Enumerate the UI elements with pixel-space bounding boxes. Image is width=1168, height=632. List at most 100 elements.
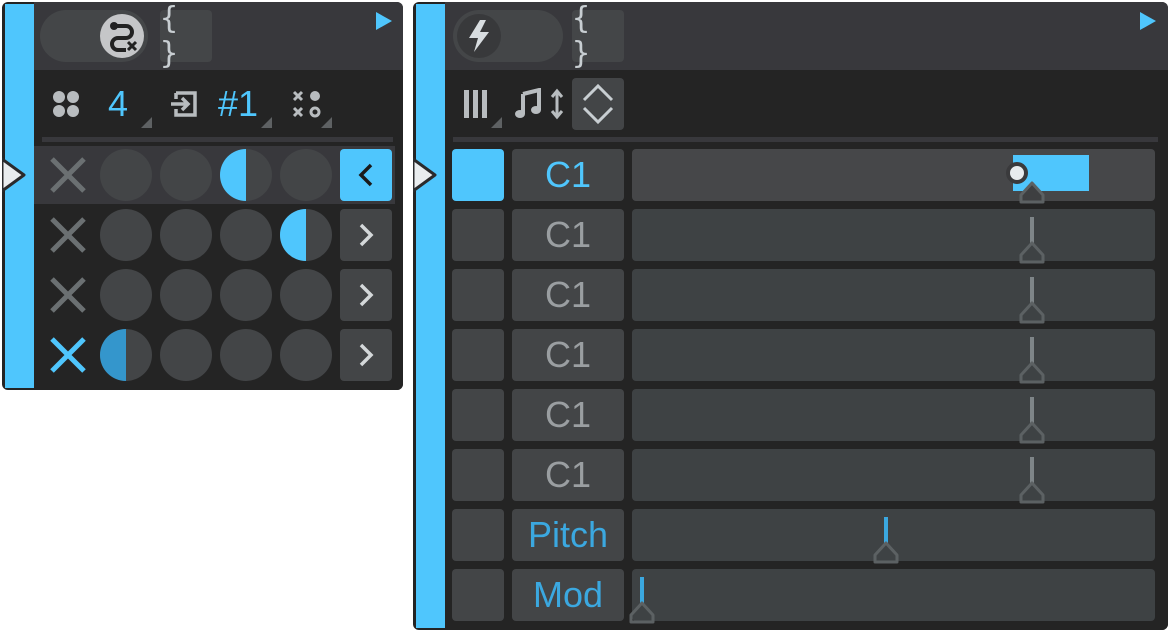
row-select-square[interactable]: [452, 449, 504, 501]
row-select-square[interactable]: [452, 329, 504, 381]
step-circle[interactable]: [280, 329, 332, 381]
note-updown-icon[interactable]: [515, 88, 567, 120]
play-icon[interactable]: [1140, 12, 1156, 30]
input-arrow-icon: [171, 91, 197, 117]
note-row: C1: [445, 389, 1168, 447]
slider-handle-icon[interactable]: [1018, 301, 1046, 325]
step-circle[interactable]: [220, 269, 272, 321]
note-row: C1: [445, 149, 1168, 207]
dropdown-corner-icon: [261, 117, 272, 128]
device-fold-bar[interactable]: [5, 4, 34, 388]
input-number[interactable]: #1: [218, 86, 258, 122]
selected-row-arrow-icon: [413, 157, 437, 193]
mute-x-icon[interactable]: [48, 155, 88, 195]
row-select-square[interactable]: [452, 569, 504, 621]
note-row: C1: [445, 329, 1168, 387]
chevron-left-icon: [358, 163, 373, 187]
value-slider[interactable]: [632, 389, 1155, 444]
row-label[interactable]: C1: [512, 449, 624, 501]
step-circle[interactable]: [220, 329, 272, 381]
step-circle[interactable]: [160, 209, 212, 261]
slider-stem: [1030, 277, 1035, 303]
sequencer-row: [34, 146, 395, 204]
step-active-half: [100, 329, 126, 381]
chevron-up-down-icon: [582, 83, 614, 125]
row-label[interactable]: C1: [512, 329, 624, 381]
step-circle[interactable]: [280, 269, 332, 321]
slider-handle-icon[interactable]: [1018, 241, 1046, 265]
row-select-square[interactable]: [452, 509, 504, 561]
sequencer-body: 4 #1: [34, 70, 403, 390]
nav-right-button[interactable]: [340, 269, 392, 321]
lightning-icon: [457, 14, 501, 58]
value-slider[interactable]: [632, 209, 1155, 264]
toolbar-divider: [42, 137, 393, 142]
value-slider[interactable]: [632, 509, 1155, 564]
row-label[interactable]: C1: [512, 269, 624, 321]
slider-handle-icon[interactable]: [1018, 481, 1046, 505]
slider-stem: [1030, 457, 1035, 483]
row-label[interactable]: Mod: [512, 569, 624, 621]
chevron-up-down-button[interactable]: [572, 78, 624, 130]
slider-handle-icon[interactable]: [1018, 181, 1046, 205]
step-circle[interactable]: [280, 149, 332, 201]
chevron-right-icon: [359, 283, 374, 307]
step-circle[interactable]: [160, 329, 212, 381]
step-circle[interactable]: [220, 149, 272, 201]
braces-button[interactable]: { }: [572, 2, 624, 71]
braces-button[interactable]: { }: [160, 2, 212, 71]
note-row: C1: [445, 449, 1168, 507]
slider-handle-icon[interactable]: [1018, 361, 1046, 385]
play-icon[interactable]: [376, 12, 392, 30]
step-circle[interactable]: [100, 269, 152, 321]
nav-right-button[interactable]: [340, 329, 392, 381]
step-circle[interactable]: [160, 149, 212, 201]
row-select-square[interactable]: [452, 209, 504, 261]
row-label[interactable]: Pitch: [512, 509, 624, 561]
slider-stem: [640, 577, 644, 603]
four-dots-icon: [53, 91, 79, 117]
slider-handle-icon[interactable]: [872, 541, 900, 565]
row-label[interactable]: C1: [512, 389, 624, 441]
step-circle[interactable]: [100, 149, 152, 201]
row-label[interactable]: C1: [512, 149, 624, 201]
dropdown-corner-icon: [491, 117, 502, 128]
value-slider[interactable]: [632, 149, 1155, 204]
piano-keys-icon[interactable]: [463, 88, 493, 120]
mute-x-icon[interactable]: [48, 335, 88, 375]
step-circle[interactable]: [280, 209, 332, 261]
row-select-square[interactable]: [452, 149, 504, 201]
chevron-right-icon: [359, 223, 374, 247]
route-toggle[interactable]: [40, 10, 148, 62]
trigger-toggle[interactable]: [453, 10, 563, 62]
step-circle[interactable]: [100, 329, 152, 381]
value-slider[interactable]: [632, 329, 1155, 384]
step-circle[interactable]: [160, 269, 212, 321]
row-label[interactable]: C1: [512, 209, 624, 261]
row-select-square[interactable]: [452, 269, 504, 321]
note-row: Pitch: [445, 509, 1168, 567]
device-header: { }: [34, 2, 403, 71]
row-select-square[interactable]: [452, 389, 504, 441]
note-row: C1: [445, 209, 1168, 267]
step-circle[interactable]: [100, 209, 152, 261]
mute-x-icon[interactable]: [48, 275, 88, 315]
value-slider[interactable]: [629, 569, 1155, 624]
nav-right-button[interactable]: [340, 209, 392, 261]
step-sequencer-device: { } 4 #1: [2, 2, 403, 390]
selected-row-arrow-icon: [2, 157, 26, 193]
value-slider[interactable]: [632, 449, 1155, 504]
slider-handle-icon[interactable]: [628, 601, 656, 625]
note-body: C1 C1 C1 C1 C1 C1 Pitch Mod: [445, 70, 1168, 630]
voices-count[interactable]: 4: [108, 86, 128, 122]
sequencer-row: [34, 326, 395, 384]
value-slider[interactable]: [632, 269, 1155, 324]
cross-dot-pattern-icon[interactable]: [292, 90, 322, 120]
step-circle[interactable]: [220, 209, 272, 261]
slider-handle-icon[interactable]: [1018, 421, 1046, 445]
step-active-half: [220, 149, 246, 201]
device-header: { }: [445, 2, 1168, 71]
device-fold-bar[interactable]: [416, 4, 445, 628]
nav-left-button[interactable]: [340, 149, 392, 201]
mute-x-icon[interactable]: [48, 215, 88, 255]
